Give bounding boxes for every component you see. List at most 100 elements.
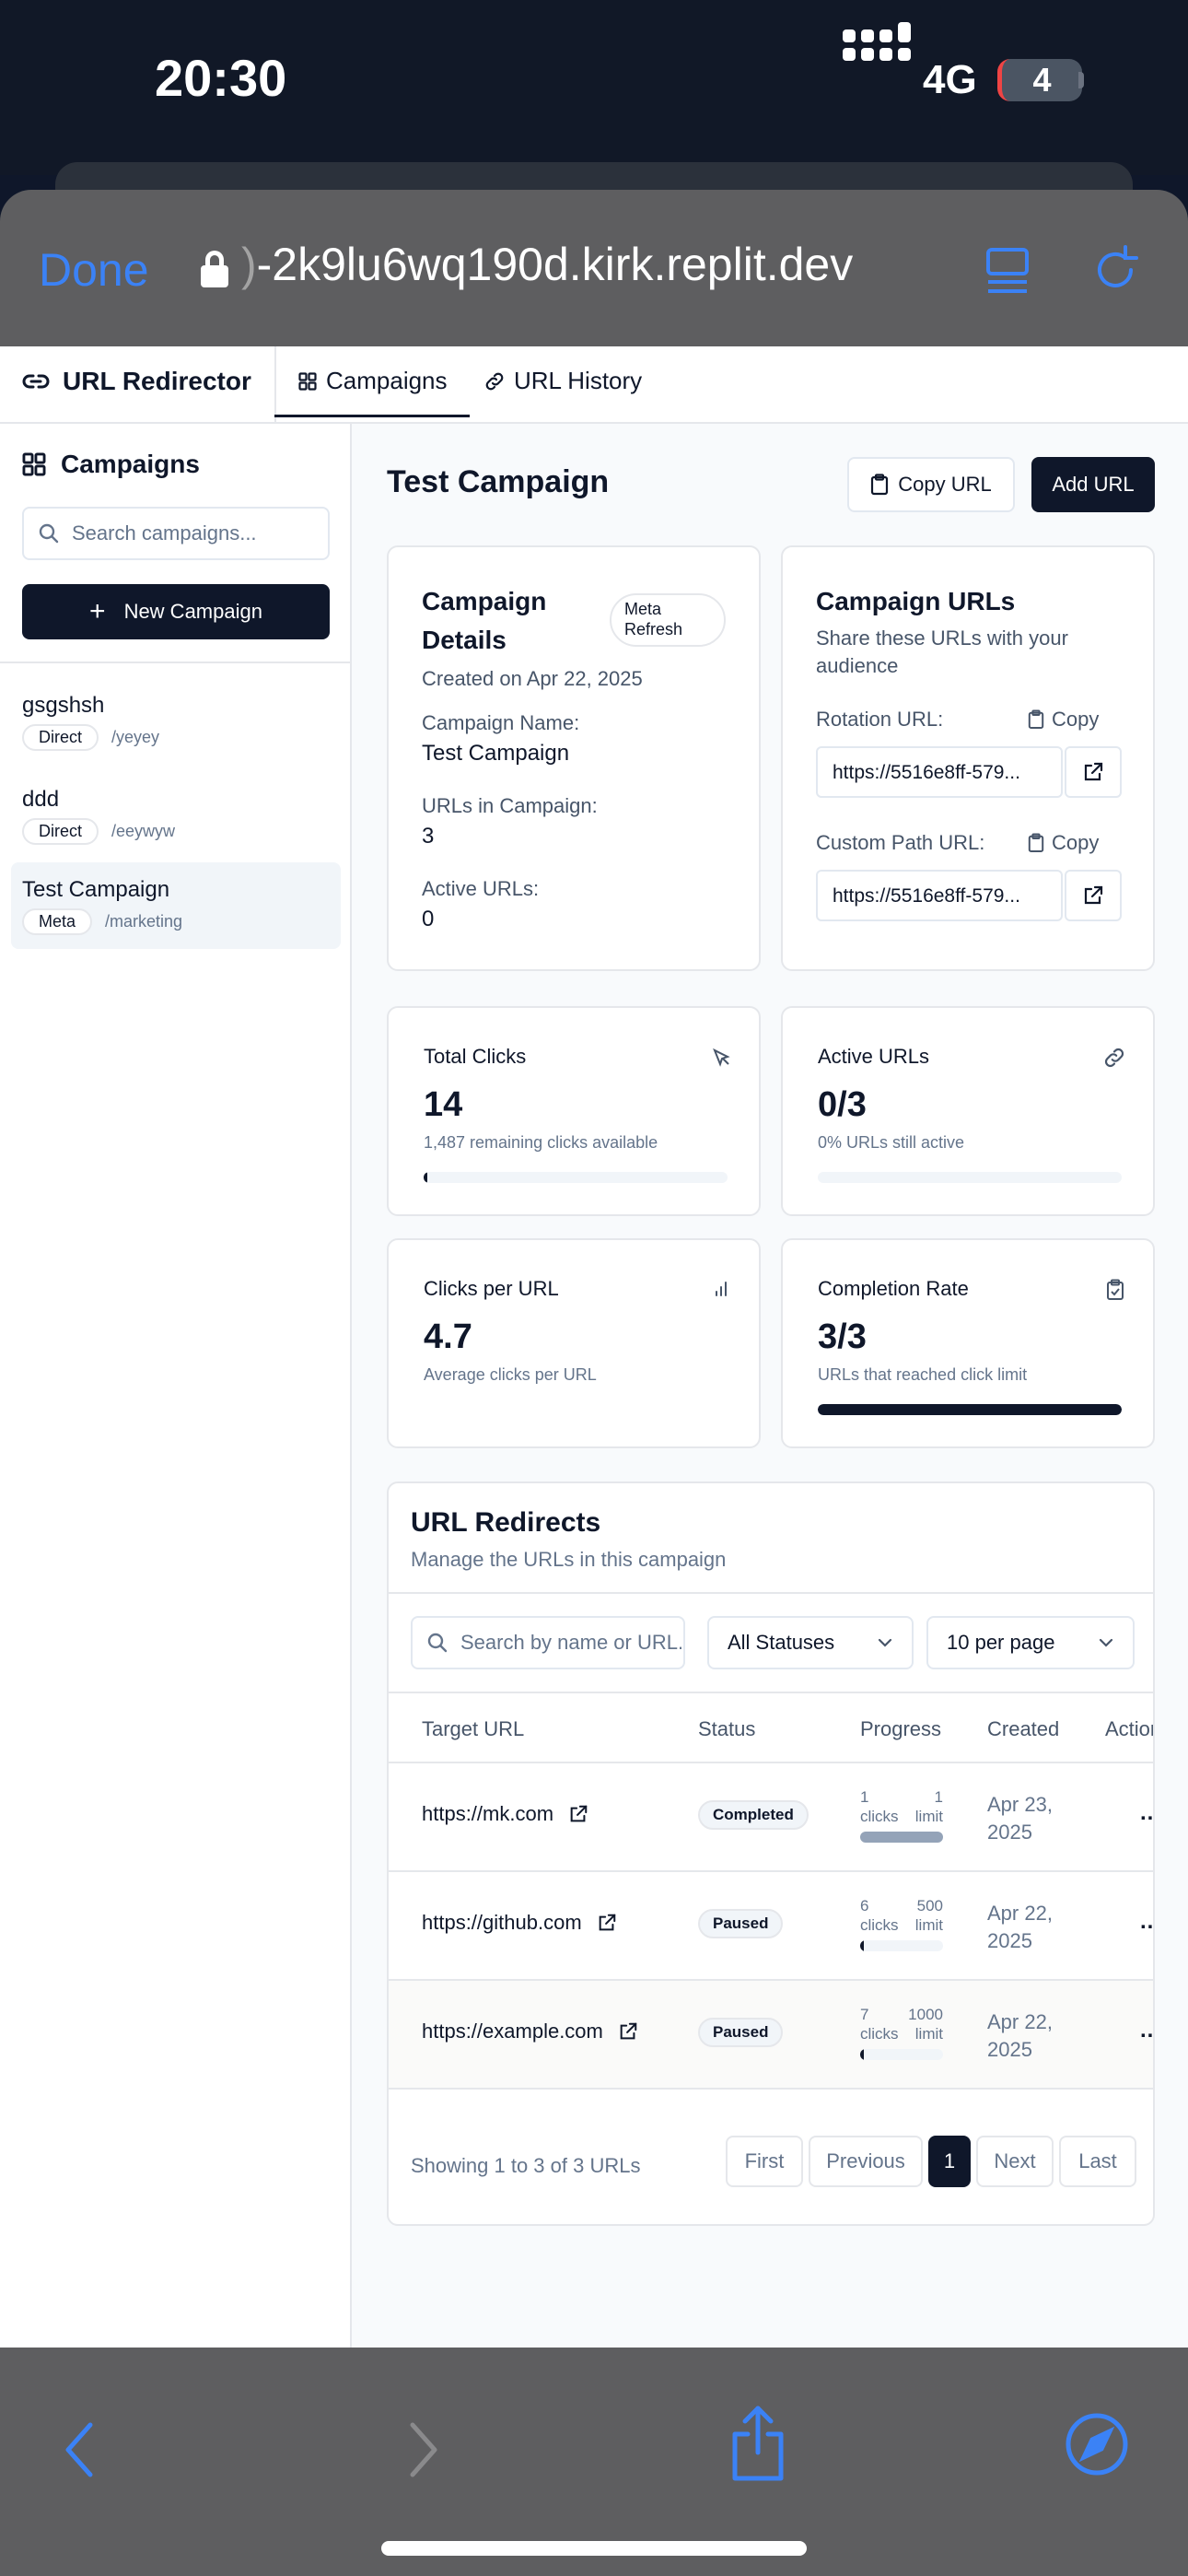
row-actions-button[interactable]: ... bbox=[1140, 1909, 1153, 1935]
campaign-details-card: Campaign Details Meta Refresh Created on… bbox=[387, 545, 761, 971]
campaign-name: gsgshsh bbox=[22, 693, 105, 718]
stat-value: 4.7 bbox=[424, 1317, 472, 1356]
custom-path-url-field[interactable]: https://5516e8ff-579... bbox=[816, 870, 1063, 921]
open-custom-path-url-button[interactable] bbox=[1065, 870, 1122, 921]
progress-bar bbox=[818, 1404, 1122, 1415]
new-campaign-label: New Campaign bbox=[123, 600, 262, 623]
target-url: https://github.com bbox=[422, 1911, 582, 1934]
new-campaign-button[interactable]: + New Campaign bbox=[22, 584, 330, 639]
network-type: 4G bbox=[923, 57, 977, 102]
external-link-icon bbox=[620, 2022, 637, 2040]
created-date: Apr 22, 2025 bbox=[987, 1900, 1053, 1955]
chevron-down-icon bbox=[878, 1638, 892, 1647]
clicks-unit: clicks bbox=[860, 1916, 899, 1934]
copy-label: Copy bbox=[1052, 831, 1100, 854]
copy-custom-path-url[interactable]: Copy bbox=[1028, 831, 1099, 855]
target-url-link[interactable]: https://mk.com bbox=[422, 1802, 588, 1826]
target-url-link[interactable]: https://example.com bbox=[422, 2020, 638, 2043]
created-date: Apr 23, 2025 bbox=[987, 1791, 1053, 1846]
copy-rotation-url[interactable]: Copy bbox=[1028, 708, 1099, 732]
row-actions-button[interactable]: ... bbox=[1140, 1800, 1153, 1826]
campaign-type-badge: Direct bbox=[22, 724, 99, 751]
brand-name: URL Redirector bbox=[63, 367, 251, 395]
per-page-select[interactable]: 10 per page bbox=[926, 1616, 1135, 1669]
active-urls-value: 0 bbox=[422, 907, 435, 931]
table-row: https://example.com Paused 7 clicks 1000 li… bbox=[389, 1979, 1153, 2088]
external-link-icon bbox=[1084, 885, 1103, 905]
pagination-previous[interactable]: Previous bbox=[809, 2136, 923, 2187]
row-actions-button[interactable]: ... bbox=[1140, 2018, 1153, 2043]
url-redirects-subtitle: Manage the URLs in this campaign bbox=[411, 1548, 727, 1571]
tab-campaigns[interactable]: Campaigns bbox=[274, 367, 469, 417]
share-icon[interactable] bbox=[728, 2405, 788, 2482]
campaign-name-value: Test Campaign bbox=[422, 741, 570, 766]
battery-icon: 4 bbox=[997, 59, 1082, 101]
link-icon bbox=[485, 372, 504, 390]
sidebar: Campaigns + New Campaign gsgshsh Direct/… bbox=[0, 424, 352, 2348]
created-date-line1: Apr 22, bbox=[987, 1902, 1053, 1925]
copy-url-button[interactable]: Copy URL bbox=[847, 457, 1015, 512]
home-indicator[interactable] bbox=[381, 2541, 807, 2556]
click-count: 6 bbox=[860, 1897, 869, 1914]
add-url-button[interactable]: Add URL bbox=[1031, 457, 1155, 512]
status-filter-value: All Statuses bbox=[728, 1631, 835, 1654]
clicks-unit: clicks bbox=[860, 1808, 899, 1825]
table-row: https://mk.com Completed 1 clicks 1 limit A… bbox=[389, 1762, 1153, 1870]
column-header-target-url[interactable]: Target URL bbox=[422, 1717, 524, 1741]
tab-campaigns-label: Campaigns bbox=[326, 367, 448, 394]
created-date-line1: Apr 22, bbox=[987, 2010, 1053, 2033]
clipboard-check-icon bbox=[1107, 1279, 1124, 1300]
progress-bar bbox=[860, 2049, 943, 2060]
campaign-search-input[interactable] bbox=[72, 521, 311, 545]
search-icon bbox=[427, 1633, 448, 1653]
address-bar[interactable]: )-2k9lu6wq190d.kirk.replit.dev bbox=[241, 238, 853, 291]
search-icon bbox=[39, 523, 59, 544]
forward-icon[interactable] bbox=[405, 2419, 442, 2480]
active-urls-card: Active URLs 0/3 0% URLs still active bbox=[781, 1006, 1155, 1216]
click-count: 7 bbox=[860, 2006, 869, 2023]
pagination-page-1[interactable]: 1 bbox=[928, 2136, 971, 2187]
browser-bar: Done )-2k9lu6wq190d.kirk.replit.dev bbox=[0, 190, 1188, 346]
pagination-first[interactable]: First bbox=[726, 2136, 803, 2187]
status-filter-select[interactable]: All Statuses bbox=[707, 1616, 914, 1669]
app-viewport: URL Redirector Campaigns URL History Cam… bbox=[0, 346, 1188, 2348]
clicks-per-url-card: Clicks per URL 4.7 Average clicks per UR… bbox=[387, 1238, 761, 1448]
reader-icon[interactable] bbox=[985, 247, 1030, 295]
campaign-item-ddd[interactable]: ddd Direct/eeywyw bbox=[11, 772, 341, 859]
stat-value: 0/3 bbox=[818, 1085, 867, 1124]
column-header-progress[interactable]: Progress bbox=[860, 1717, 941, 1741]
campaign-item-test-campaign[interactable]: Test Campaign Meta/marketing bbox=[11, 862, 341, 949]
divider bbox=[389, 2088, 1153, 2090]
url-search-input[interactable] bbox=[460, 1631, 681, 1655]
urls-in-campaign-value: 3 bbox=[422, 824, 435, 849]
reload-icon[interactable] bbox=[1089, 243, 1142, 297]
status-badge: Completed bbox=[698, 1800, 809, 1830]
column-header-created[interactable]: Created bbox=[987, 1717, 1059, 1741]
pagination-last[interactable]: Last bbox=[1059, 2136, 1136, 2187]
target-url-link[interactable]: https://github.com bbox=[422, 1911, 617, 1935]
campaign-item-gsgshsh[interactable]: gsgshsh Direct/yeyey bbox=[11, 678, 341, 765]
copy-label: Copy bbox=[1052, 708, 1100, 731]
pagination-next[interactable]: Next bbox=[976, 2136, 1054, 2187]
column-header-status[interactable]: Status bbox=[698, 1717, 755, 1741]
urls-in-campaign-label: URLs in Campaign: bbox=[422, 794, 598, 817]
progress-cell: 1 clicks 1 limit bbox=[860, 1787, 943, 1843]
clipboard-icon bbox=[871, 474, 889, 496]
limit-unit: limit bbox=[914, 1808, 943, 1825]
battery-tip bbox=[1078, 72, 1084, 88]
brand[interactable]: URL Redirector bbox=[22, 367, 251, 396]
clicks-unit: clicks bbox=[860, 2025, 899, 2043]
done-button[interactable]: Done bbox=[39, 243, 149, 297]
created-date: Apr 22, 2025 bbox=[987, 2008, 1053, 2064]
sidebar-title-text: Campaigns bbox=[61, 450, 200, 478]
plus-icon: + bbox=[89, 596, 106, 626]
compass-icon[interactable] bbox=[1065, 2412, 1129, 2476]
per-page-value: 10 per page bbox=[947, 1631, 1055, 1654]
limit-unit: limit bbox=[914, 2025, 943, 2043]
tab-url-history[interactable]: URL History bbox=[484, 367, 642, 395]
campaign-type-badge: Meta bbox=[22, 908, 93, 935]
back-icon[interactable] bbox=[61, 2419, 98, 2480]
created-date-line2: 2025 bbox=[987, 1821, 1032, 1844]
rotation-url-field[interactable]: https://5516e8ff-579... bbox=[816, 746, 1063, 798]
open-rotation-url-button[interactable] bbox=[1065, 746, 1122, 798]
